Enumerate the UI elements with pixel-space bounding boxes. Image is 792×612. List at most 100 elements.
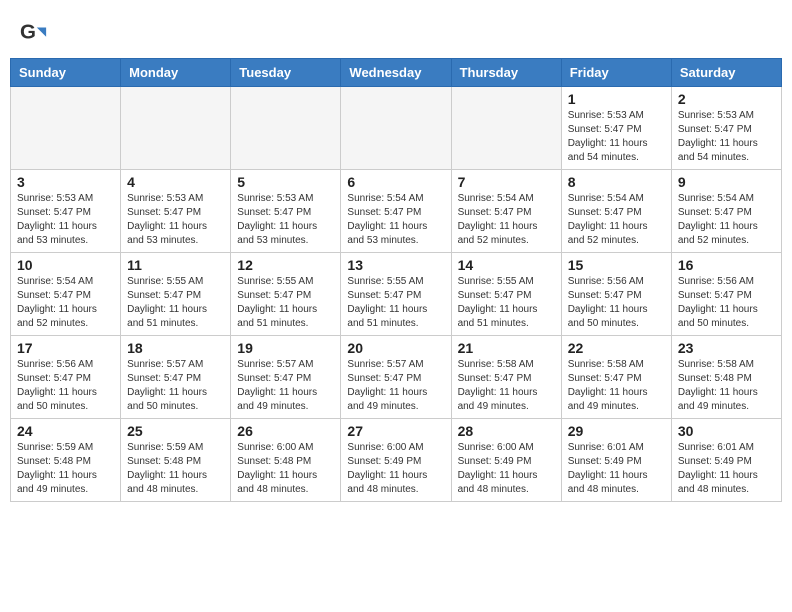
day-number: 1 — [568, 91, 665, 107]
calendar-cell: 9 Sunrise: 5:54 AM Sunset: 5:47 PM Dayli… — [671, 170, 781, 253]
logo-icon: G — [20, 20, 48, 48]
day-number: 17 — [17, 340, 114, 356]
day-info: Sunrise: 5:55 AM Sunset: 5:47 PM Dayligh… — [458, 275, 555, 331]
calendar-week-row: 1 Sunrise: 5:53 AM Sunset: 5:47 PM Dayli… — [11, 87, 782, 170]
day-info: Sunrise: 5:54 AM Sunset: 5:47 PM Dayligh… — [678, 192, 775, 248]
day-info: Sunrise: 5:58 AM Sunset: 5:48 PM Dayligh… — [678, 358, 775, 414]
calendar-cell: 3 Sunrise: 5:53 AM Sunset: 5:47 PM Dayli… — [11, 170, 121, 253]
calendar-cell: 7 Sunrise: 5:54 AM Sunset: 5:47 PM Dayli… — [451, 170, 561, 253]
day-number: 28 — [458, 423, 555, 439]
calendar-cell — [451, 87, 561, 170]
weekday-header-row: SundayMondayTuesdayWednesdayThursdayFrid… — [11, 59, 782, 87]
calendar-cell: 27 Sunrise: 6:00 AM Sunset: 5:49 PM Dayl… — [341, 419, 451, 502]
day-info: Sunrise: 6:00 AM Sunset: 5:48 PM Dayligh… — [237, 441, 334, 497]
day-number: 23 — [678, 340, 775, 356]
calendar-cell — [11, 87, 121, 170]
day-number: 8 — [568, 174, 665, 190]
day-number: 6 — [347, 174, 444, 190]
calendar-cell: 21 Sunrise: 5:58 AM Sunset: 5:47 PM Dayl… — [451, 336, 561, 419]
day-number: 21 — [458, 340, 555, 356]
calendar-cell: 1 Sunrise: 5:53 AM Sunset: 5:47 PM Dayli… — [561, 87, 671, 170]
calendar-cell: 5 Sunrise: 5:53 AM Sunset: 5:47 PM Dayli… — [231, 170, 341, 253]
day-info: Sunrise: 5:55 AM Sunset: 5:47 PM Dayligh… — [127, 275, 224, 331]
page-header: G — [10, 10, 782, 53]
weekday-header: Saturday — [671, 59, 781, 87]
weekday-header: Monday — [121, 59, 231, 87]
day-number: 22 — [568, 340, 665, 356]
weekday-header: Sunday — [11, 59, 121, 87]
calendar-cell: 28 Sunrise: 6:00 AM Sunset: 5:49 PM Dayl… — [451, 419, 561, 502]
day-info: Sunrise: 5:53 AM Sunset: 5:47 PM Dayligh… — [678, 109, 775, 165]
day-info: Sunrise: 5:56 AM Sunset: 5:47 PM Dayligh… — [568, 275, 665, 331]
day-info: Sunrise: 5:55 AM Sunset: 5:47 PM Dayligh… — [237, 275, 334, 331]
day-number: 12 — [237, 257, 334, 273]
calendar-table: SundayMondayTuesdayWednesdayThursdayFrid… — [10, 58, 782, 502]
day-info: Sunrise: 5:54 AM Sunset: 5:47 PM Dayligh… — [568, 192, 665, 248]
calendar-cell: 14 Sunrise: 5:55 AM Sunset: 5:47 PM Dayl… — [451, 253, 561, 336]
calendar-cell: 24 Sunrise: 5:59 AM Sunset: 5:48 PM Dayl… — [11, 419, 121, 502]
weekday-header: Thursday — [451, 59, 561, 87]
calendar-cell — [341, 87, 451, 170]
day-number: 18 — [127, 340, 224, 356]
weekday-header: Wednesday — [341, 59, 451, 87]
calendar-cell: 2 Sunrise: 5:53 AM Sunset: 5:47 PM Dayli… — [671, 87, 781, 170]
day-number: 20 — [347, 340, 444, 356]
logo: G — [20, 20, 52, 48]
day-info: Sunrise: 5:58 AM Sunset: 5:47 PM Dayligh… — [568, 358, 665, 414]
calendar-cell: 12 Sunrise: 5:55 AM Sunset: 5:47 PM Dayl… — [231, 253, 341, 336]
day-info: Sunrise: 5:54 AM Sunset: 5:47 PM Dayligh… — [347, 192, 444, 248]
calendar-cell: 16 Sunrise: 5:56 AM Sunset: 5:47 PM Dayl… — [671, 253, 781, 336]
day-info: Sunrise: 5:53 AM Sunset: 5:47 PM Dayligh… — [17, 192, 114, 248]
calendar-cell: 22 Sunrise: 5:58 AM Sunset: 5:47 PM Dayl… — [561, 336, 671, 419]
weekday-header: Tuesday — [231, 59, 341, 87]
calendar-cell: 20 Sunrise: 5:57 AM Sunset: 5:47 PM Dayl… — [341, 336, 451, 419]
calendar-cell: 29 Sunrise: 6:01 AM Sunset: 5:49 PM Dayl… — [561, 419, 671, 502]
day-info: Sunrise: 5:59 AM Sunset: 5:48 PM Dayligh… — [127, 441, 224, 497]
calendar-cell: 11 Sunrise: 5:55 AM Sunset: 5:47 PM Dayl… — [121, 253, 231, 336]
day-number: 9 — [678, 174, 775, 190]
day-number: 10 — [17, 257, 114, 273]
day-number: 24 — [17, 423, 114, 439]
calendar-week-row: 17 Sunrise: 5:56 AM Sunset: 5:47 PM Dayl… — [11, 336, 782, 419]
calendar-cell: 15 Sunrise: 5:56 AM Sunset: 5:47 PM Dayl… — [561, 253, 671, 336]
day-info: Sunrise: 5:55 AM Sunset: 5:47 PM Dayligh… — [347, 275, 444, 331]
calendar-week-row: 3 Sunrise: 5:53 AM Sunset: 5:47 PM Dayli… — [11, 170, 782, 253]
day-number: 26 — [237, 423, 334, 439]
day-info: Sunrise: 5:57 AM Sunset: 5:47 PM Dayligh… — [237, 358, 334, 414]
calendar-cell: 10 Sunrise: 5:54 AM Sunset: 5:47 PM Dayl… — [11, 253, 121, 336]
weekday-header: Friday — [561, 59, 671, 87]
day-info: Sunrise: 6:01 AM Sunset: 5:49 PM Dayligh… — [568, 441, 665, 497]
calendar-week-row: 10 Sunrise: 5:54 AM Sunset: 5:47 PM Dayl… — [11, 253, 782, 336]
calendar-cell: 18 Sunrise: 5:57 AM Sunset: 5:47 PM Dayl… — [121, 336, 231, 419]
calendar-cell: 30 Sunrise: 6:01 AM Sunset: 5:49 PM Dayl… — [671, 419, 781, 502]
calendar-cell: 13 Sunrise: 5:55 AM Sunset: 5:47 PM Dayl… — [341, 253, 451, 336]
calendar-cell: 26 Sunrise: 6:00 AM Sunset: 5:48 PM Dayl… — [231, 419, 341, 502]
day-info: Sunrise: 5:56 AM Sunset: 5:47 PM Dayligh… — [17, 358, 114, 414]
day-number: 14 — [458, 257, 555, 273]
day-info: Sunrise: 5:56 AM Sunset: 5:47 PM Dayligh… — [678, 275, 775, 331]
calendar-cell: 17 Sunrise: 5:56 AM Sunset: 5:47 PM Dayl… — [11, 336, 121, 419]
calendar-cell — [121, 87, 231, 170]
svg-text:G: G — [20, 21, 36, 44]
day-info: Sunrise: 5:59 AM Sunset: 5:48 PM Dayligh… — [17, 441, 114, 497]
day-number: 5 — [237, 174, 334, 190]
day-number: 15 — [568, 257, 665, 273]
day-info: Sunrise: 6:00 AM Sunset: 5:49 PM Dayligh… — [347, 441, 444, 497]
calendar-cell: 19 Sunrise: 5:57 AM Sunset: 5:47 PM Dayl… — [231, 336, 341, 419]
calendar-cell: 25 Sunrise: 5:59 AM Sunset: 5:48 PM Dayl… — [121, 419, 231, 502]
day-info: Sunrise: 5:54 AM Sunset: 5:47 PM Dayligh… — [458, 192, 555, 248]
calendar-cell: 6 Sunrise: 5:54 AM Sunset: 5:47 PM Dayli… — [341, 170, 451, 253]
calendar-cell: 23 Sunrise: 5:58 AM Sunset: 5:48 PM Dayl… — [671, 336, 781, 419]
day-info: Sunrise: 6:01 AM Sunset: 5:49 PM Dayligh… — [678, 441, 775, 497]
day-info: Sunrise: 5:54 AM Sunset: 5:47 PM Dayligh… — [17, 275, 114, 331]
day-number: 3 — [17, 174, 114, 190]
day-number: 29 — [568, 423, 665, 439]
day-number: 13 — [347, 257, 444, 273]
day-info: Sunrise: 5:53 AM Sunset: 5:47 PM Dayligh… — [127, 192, 224, 248]
day-number: 25 — [127, 423, 224, 439]
day-info: Sunrise: 5:57 AM Sunset: 5:47 PM Dayligh… — [347, 358, 444, 414]
calendar-cell: 4 Sunrise: 5:53 AM Sunset: 5:47 PM Dayli… — [121, 170, 231, 253]
calendar-cell — [231, 87, 341, 170]
day-number: 2 — [678, 91, 775, 107]
day-number: 30 — [678, 423, 775, 439]
